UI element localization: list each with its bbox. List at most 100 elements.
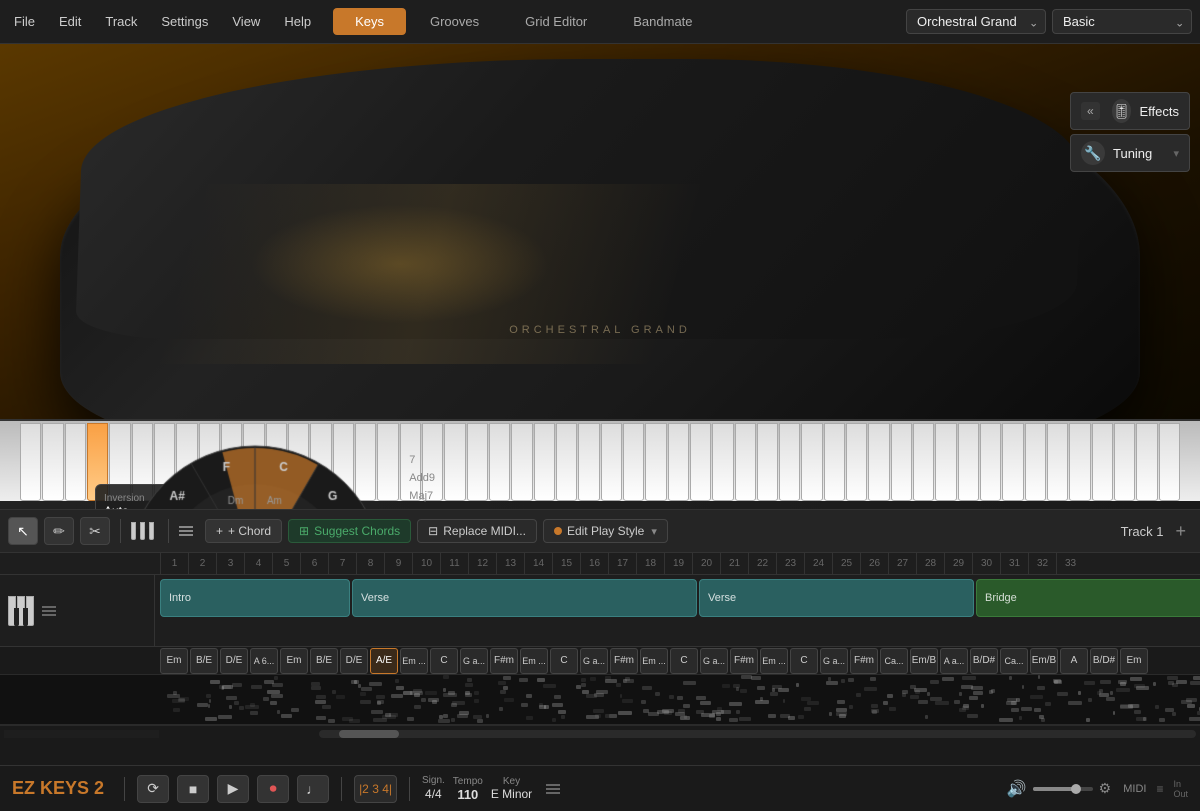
chord-cell-c[interactable]: C	[430, 648, 458, 674]
chord-cell-em5[interactable]: Em ...	[640, 648, 668, 674]
piano-key[interactable]	[801, 423, 822, 501]
chord-cell-bd[interactable]: B/D#	[970, 648, 998, 674]
chord-cell-aa[interactable]: A a...	[940, 648, 968, 674]
piano-key[interactable]	[1114, 423, 1135, 501]
piano-key[interactable]	[42, 423, 63, 501]
chord-cell-be2[interactable]: B/E	[310, 648, 338, 674]
piano-key[interactable]	[958, 423, 979, 501]
piano-key[interactable]	[757, 423, 778, 501]
chord-type-add9[interactable]: Add9	[409, 472, 435, 484]
instrument-select[interactable]: Orchestral Grand	[906, 9, 1046, 34]
metronome-button[interactable]: ♩	[297, 775, 329, 803]
replace-midi-button[interactable]: ⊟ Replace MIDI...	[417, 519, 537, 543]
chord-type-7[interactable]: 7	[409, 454, 435, 466]
chord-cell-de2[interactable]: D/E	[340, 648, 368, 674]
volume-thumb[interactable]	[1071, 784, 1081, 794]
piano-key[interactable]	[1047, 423, 1068, 501]
menu-track[interactable]: Track	[99, 10, 143, 33]
chord-cell-fsm4[interactable]: F#m	[850, 648, 878, 674]
scroll-area[interactable]	[0, 725, 1200, 741]
chord-cell-ca2[interactable]: Ca...	[1000, 648, 1028, 674]
piano-key[interactable]	[623, 423, 644, 501]
effects-button[interactable]: « 🎚 Effects	[1070, 92, 1190, 130]
chord-cell-emb2[interactable]: Em/B	[1030, 648, 1058, 674]
track-segment-verse2[interactable]: Verse	[699, 579, 974, 617]
chord-cell-ae[interactable]: A/E	[370, 648, 398, 674]
stop-button[interactable]: ■	[177, 775, 209, 803]
piano-key[interactable]	[690, 423, 711, 501]
piano-key[interactable]	[735, 423, 756, 501]
add-track-button[interactable]: +	[1169, 521, 1192, 542]
chord-cell-ga[interactable]: G a...	[460, 648, 488, 674]
piano-key[interactable]	[891, 423, 912, 501]
tempo-display[interactable]: Tempo 110	[453, 776, 483, 802]
piano-key[interactable]	[1136, 423, 1157, 501]
tab-grid-editor[interactable]: Grid Editor	[503, 8, 609, 35]
chord-cell-em2[interactable]: Em	[280, 648, 308, 674]
chord-wheel[interactable]: A/E ✏	[125, 444, 385, 509]
piano-key[interactable]	[601, 423, 622, 501]
chord-cell-be[interactable]: B/E	[190, 648, 218, 674]
piano-key[interactable]	[1069, 423, 1090, 501]
piano-key[interactable]	[534, 423, 555, 501]
track-segment-intro[interactable]: Intro	[160, 579, 350, 617]
piano-key[interactable]	[1025, 423, 1046, 501]
piano-key[interactable]	[444, 423, 465, 501]
piano-key[interactable]	[980, 423, 1001, 501]
tab-bandmate[interactable]: Bandmate	[611, 8, 714, 35]
chord-cell-em7[interactable]: Em	[1120, 648, 1148, 674]
piano-key[interactable]	[511, 423, 532, 501]
tab-keys[interactable]: Keys	[333, 8, 406, 35]
chord-type-dim[interactable]: Dim	[409, 508, 435, 509]
edit-play-style-button[interactable]: Edit Play Style ▾	[543, 519, 668, 543]
piano-key[interactable]	[467, 423, 488, 501]
piano-key[interactable]	[1002, 423, 1023, 501]
add-chord-button[interactable]: + + Chord	[205, 519, 282, 543]
settings-icon[interactable]: ⚙	[1099, 780, 1112, 797]
play-button[interactable]: ▶	[217, 775, 249, 803]
piano-key[interactable]	[935, 423, 956, 501]
loop-button[interactable]: ⟳	[137, 775, 169, 803]
chord-cell-ca[interactable]: Ca...	[880, 648, 908, 674]
select-tool-button[interactable]: ↖	[8, 517, 38, 545]
piano-key[interactable]	[578, 423, 599, 501]
chord-cell-c2[interactable]: C	[550, 648, 578, 674]
chord-cell-em6[interactable]: Em ...	[760, 648, 788, 674]
time-signature-display[interactable]: |2 3 4|	[354, 775, 397, 803]
chord-cell-em[interactable]: Em	[160, 648, 188, 674]
scroll-thumb[interactable]	[339, 730, 399, 738]
piano-key[interactable]	[489, 423, 510, 501]
chord-cell-em3[interactable]: Em ...	[400, 648, 428, 674]
chord-cell-fsm2[interactable]: F#m	[610, 648, 638, 674]
scissors-tool-button[interactable]: ✂	[80, 517, 110, 545]
chord-cell-emb[interactable]: Em/B	[910, 648, 938, 674]
tab-grooves[interactable]: Grooves	[408, 8, 501, 35]
chord-cell-ga4[interactable]: G a...	[820, 648, 848, 674]
piano-key[interactable]	[1092, 423, 1113, 501]
track-segment-verse1[interactable]: Verse	[352, 579, 697, 617]
piano-key[interactable]	[868, 423, 889, 501]
piano-key[interactable]	[846, 423, 867, 501]
piano-key[interactable]	[65, 423, 86, 501]
record-button[interactable]: ⏺	[257, 775, 289, 803]
volume-slider[interactable]	[1033, 787, 1093, 791]
piano-key[interactable]	[20, 423, 41, 501]
effects-collapse[interactable]: «	[1081, 102, 1100, 120]
chord-cell-em4[interactable]: Em ...	[520, 648, 548, 674]
chord-cell-c4[interactable]: C	[790, 648, 818, 674]
track-segment-bridge[interactable]: Bridge	[976, 579, 1200, 617]
chord-cell-a6[interactable]: A 6...	[250, 648, 278, 674]
midi-icon[interactable]: ≡	[1156, 782, 1163, 796]
piano-key[interactable]	[1159, 423, 1180, 501]
pencil-tool-button[interactable]: ✏	[44, 517, 74, 545]
chord-cell-fsm[interactable]: F#m	[490, 648, 518, 674]
piano-key[interactable]	[668, 423, 689, 501]
menu-help[interactable]: Help	[278, 10, 317, 33]
piano-key[interactable]	[556, 423, 577, 501]
volume-control[interactable]	[1033, 787, 1093, 791]
piano-key[interactable]	[913, 423, 934, 501]
piano-key[interactable]	[712, 423, 733, 501]
chord-cell-c3[interactable]: C	[670, 648, 698, 674]
menu-view[interactable]: View	[226, 10, 266, 33]
chord-cell-de[interactable]: D/E	[220, 648, 248, 674]
